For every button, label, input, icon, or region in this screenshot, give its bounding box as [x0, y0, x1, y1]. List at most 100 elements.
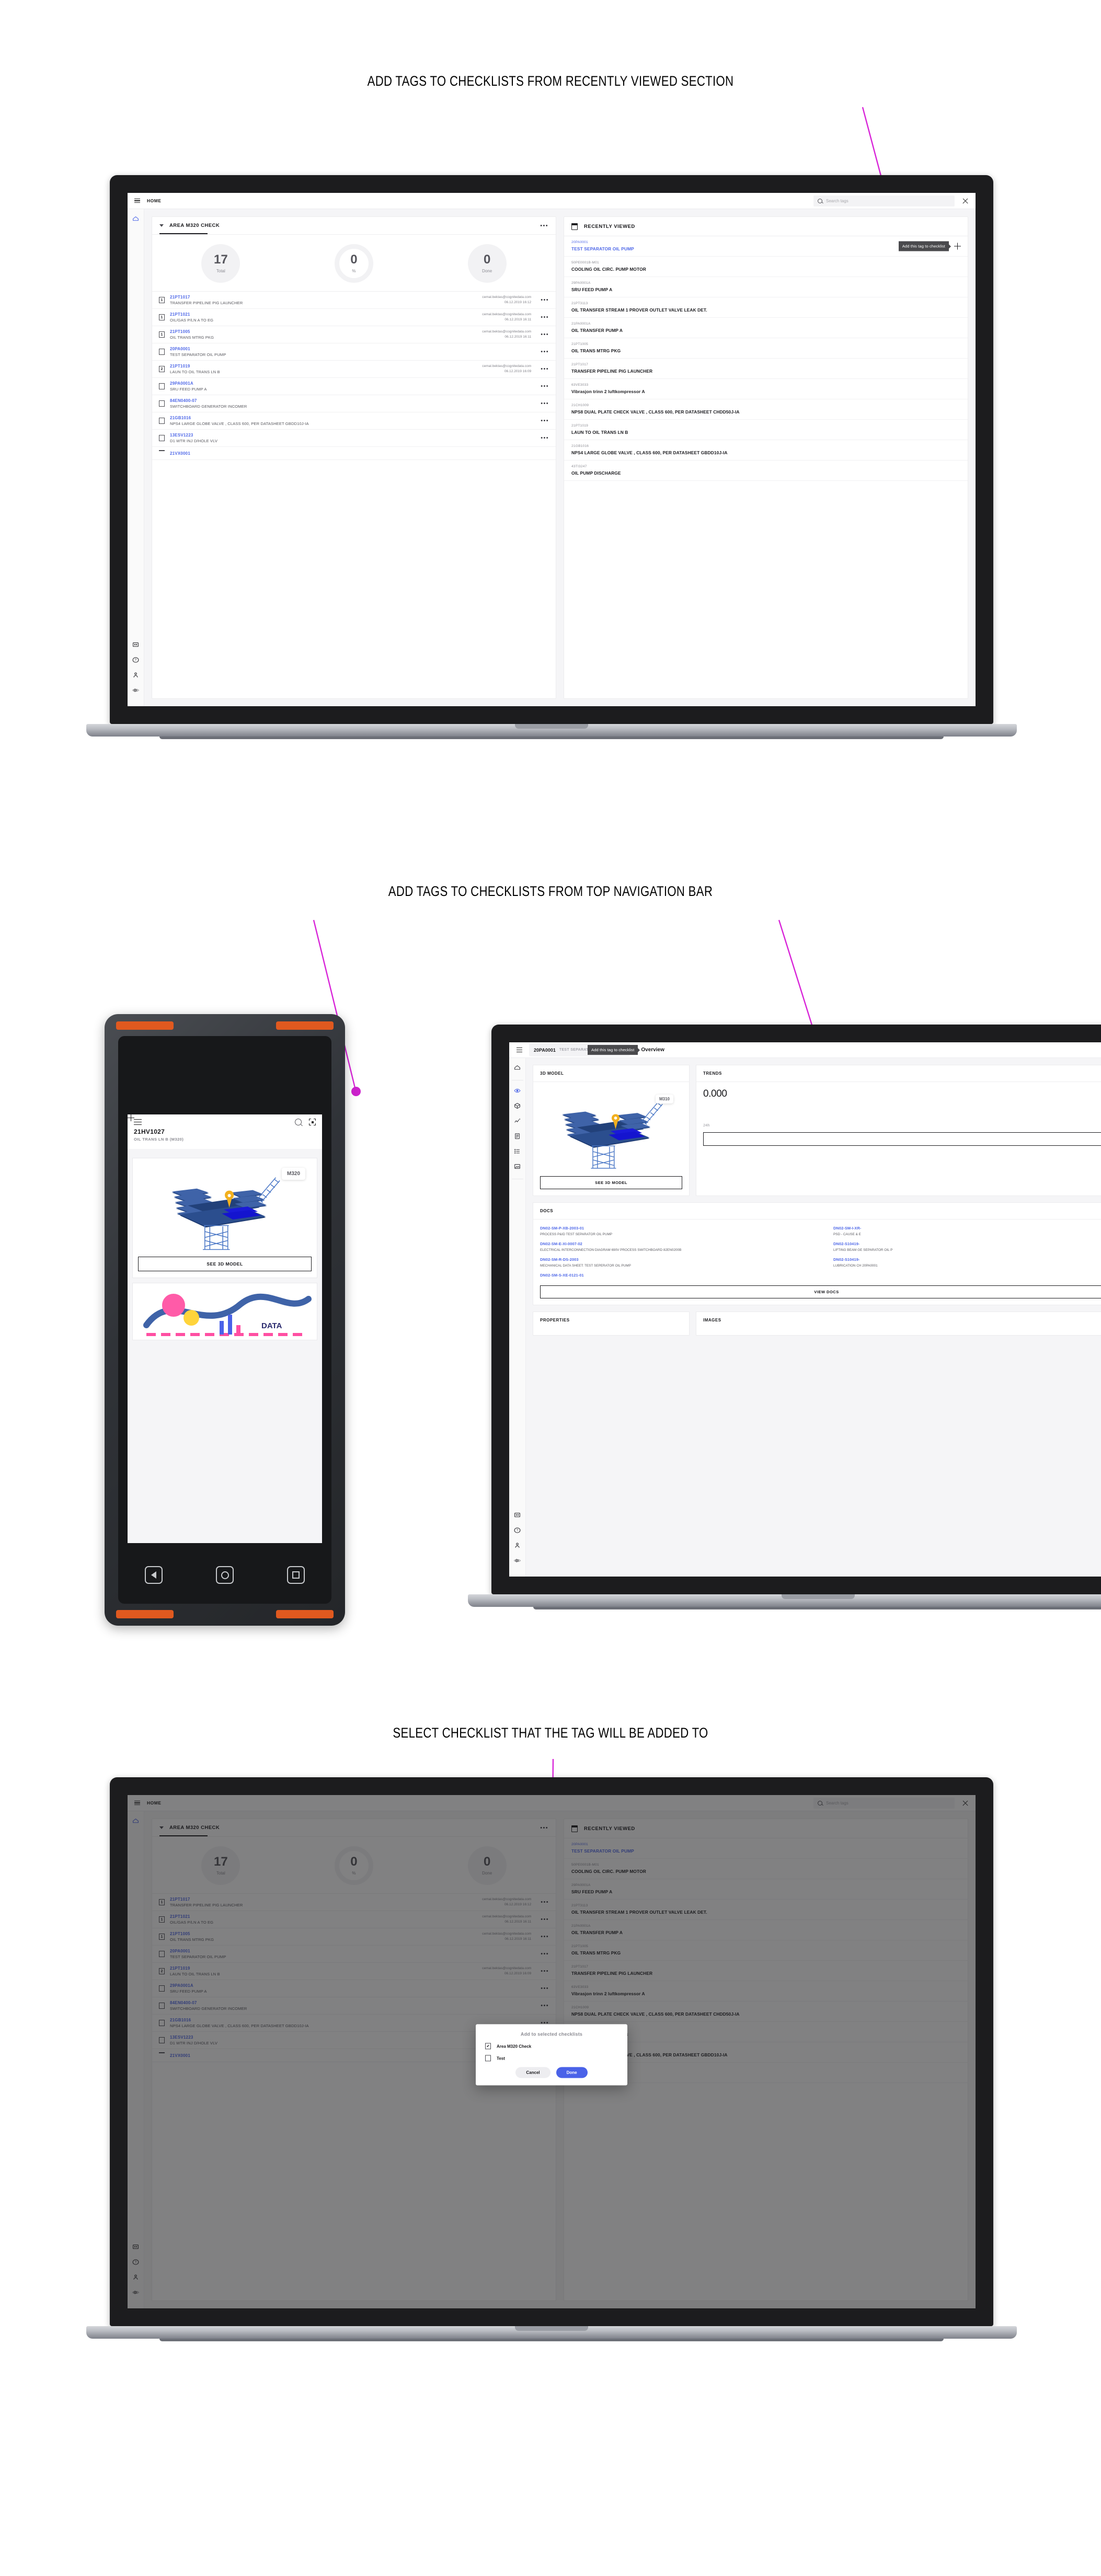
list-item[interactable]: 21PT3113 OIL TRANSFER STREAM 1 PROVER OUT…: [564, 297, 968, 318]
scan-icon[interactable]: [309, 1119, 316, 1125]
row-code[interactable]: 21GB1016: [170, 416, 526, 420]
checkbox[interactable]: 1: [159, 297, 165, 303]
doc-code[interactable]: DN02-SM-R-DS-2003: [540, 1257, 820, 1262]
chevron-down-icon[interactable]: [159, 224, 164, 227]
doc-code[interactable]: DN02-SM-E-XI-0007-02: [540, 1241, 820, 1246]
doc-code[interactable]: DN02-S10419-: [833, 1257, 1101, 1262]
row-code[interactable]: 21PT1017: [170, 295, 477, 300]
row-code[interactable]: 21PT1019: [170, 364, 477, 369]
list-item[interactable]: 21PA0001A OIL TRANSFER PUMP A: [564, 318, 968, 338]
row-more-button[interactable]: •••: [541, 349, 549, 355]
help-icon[interactable]: ?: [513, 1526, 521, 1534]
breadcrumb[interactable]: 20PA0001 TEST SEPARATOR OIL PUMP Add thi…: [529, 1043, 638, 1056]
table-row[interactable]: 29PA0001ASRU FEED PUMP A •••: [152, 378, 556, 395]
row-more-button[interactable]: •••: [541, 297, 549, 303]
back-triangle-icon[interactable]: [145, 1566, 163, 1584]
search-icon[interactable]: [295, 1119, 302, 1125]
doc-code[interactable]: DN02-SM-P-XB-2003-01: [540, 1226, 820, 1230]
table-row[interactable]: 21GB1016NPS4 LARGE GLOBE VALVE , CLASS 6…: [152, 412, 556, 430]
doc-item[interactable]: DN02-SM-I-XR- PSD - CAUSE & E: [833, 1226, 1101, 1237]
list-item[interactable]: 21CH1009 NPS8 DUAL PLATE CHECK VALVE , CL…: [564, 399, 968, 420]
checklist-option-1[interactable]: Test: [485, 2055, 618, 2062]
doc-item[interactable]: DN02-SM-R-DS-2003 MECHANICAL DATA SHEET: …: [540, 1257, 820, 1268]
search-input[interactable]: Search tags: [813, 195, 955, 206]
row-code[interactable]: 21PT1005: [170, 329, 477, 334]
table-row[interactable]: 84EN0400-07SWITCHBOARD GENERATOR INCOMER…: [152, 395, 556, 412]
row-code[interactable]: 29PA0001A: [170, 381, 526, 386]
eye-icon[interactable]: [513, 1087, 521, 1095]
list-item[interactable]: 21PT1005 OIL TRANS MTRG PKG: [564, 338, 968, 359]
list-item[interactable]: 21PT1019 LAUN TO OIL TRANS LN B: [564, 420, 968, 440]
user-icon[interactable]: [132, 671, 140, 679]
checkbox[interactable]: [159, 418, 165, 424]
doc-item[interactable]: DN02-SM-E-XI-0007-02 ELECTRICAL INTERCONN…: [540, 1241, 820, 1252]
close-icon[interactable]: [962, 198, 969, 204]
comment-icon[interactable]: [513, 1511, 521, 1519]
list-item[interactable]: 63VE3033 Vibrasjon trinn 2 luftkompressor…: [564, 379, 968, 399]
hamburger-icon[interactable]: [134, 1119, 142, 1125]
table-row[interactable]: 13ESV1223D1 WTR INJ D/HOLE VLV •••: [152, 430, 556, 447]
checkbox-unchecked[interactable]: [485, 2055, 491, 2062]
image-icon[interactable]: [513, 1163, 521, 1170]
list-item[interactable]: 21GB1016 NPS4 LARGE GLOBE VALVE , CLASS 6…: [564, 440, 968, 461]
help-icon[interactable]: ?: [132, 656, 140, 664]
row-more-button[interactable]: •••: [541, 366, 549, 372]
done-button[interactable]: Done: [556, 2067, 588, 2078]
plus-icon[interactable]: [954, 243, 961, 250]
table-row[interactable]: 20PA0001TEST SEPARATOR OIL PUMP •••: [152, 343, 556, 361]
doc-item[interactable]: DN02-S10419- LIFTING BEAM GE SEPARATOR OI…: [833, 1241, 1101, 1252]
checkbox[interactable]: [159, 400, 165, 407]
list-item[interactable]: 29PA0001A SRU FEED PUMP A: [564, 277, 968, 297]
row-more-button[interactable]: •••: [541, 418, 549, 424]
row-more-button[interactable]: •••: [541, 401, 549, 407]
doc-code[interactable]: DN02-SM-S-XE-0121-01: [540, 1273, 820, 1278]
checkbox[interactable]: [159, 435, 165, 441]
checklist-option-0[interactable]: ✔ Area M320 Check: [485, 2043, 618, 2050]
row-code[interactable]: 20PA0001: [170, 347, 526, 351]
doc-code[interactable]: DN02-SM-I-XR-: [833, 1226, 1101, 1230]
checklist-more-button[interactable]: •••: [540, 223, 548, 228]
cube-icon[interactable]: [513, 1102, 521, 1110]
user-icon[interactable]: [513, 1542, 521, 1549]
checkbox[interactable]: [159, 349, 165, 355]
checkbox[interactable]: 1: [159, 331, 165, 338]
home-icon[interactable]: [132, 215, 140, 223]
row-code[interactable]: 21VX0001: [170, 451, 544, 456]
row-more-button[interactable]: •••: [541, 332, 549, 338]
chart-icon[interactable]: [513, 1117, 521, 1125]
list-icon[interactable]: [513, 1147, 521, 1155]
home-icon[interactable]: [513, 1064, 521, 1072]
table-row[interactable]: 1 21PT1017TRANSFER PIPELINE PIG LAUNCHER c…: [152, 292, 556, 309]
doc-item[interactable]: DN02-S10419- LUBRICATION CH 20PA0001: [833, 1257, 1101, 1268]
list-item[interactable]: 43TI3247 OIL PUMP DISCHARGE: [564, 461, 968, 481]
row-code[interactable]: 13ESV1223: [170, 433, 526, 438]
checkbox[interactable]: 2: [159, 366, 165, 372]
home-circle-icon[interactable]: [216, 1566, 234, 1584]
doc-item[interactable]: DN02-SM-S-XE-0121-01: [540, 1273, 820, 1278]
hamburger-icon[interactable]: [134, 198, 140, 203]
list-item[interactable]: 21PT1017 TRANSFER PIPELINE PIG LAUNCHER: [564, 359, 968, 379]
plus-icon[interactable]: [309, 1131, 316, 1137]
checkbox[interactable]: [159, 383, 165, 389]
table-row[interactable]: 1 21PT1005OIL TRANS MTRG PKG cemal.bektas@…: [152, 326, 556, 343]
document-icon[interactable]: [513, 1132, 521, 1140]
row-more-button[interactable]: •••: [541, 435, 549, 441]
recents-square-icon[interactable]: [287, 1566, 305, 1584]
see-3d-model-button[interactable]: SEE 3D MODEL: [540, 1176, 682, 1189]
doc-code[interactable]: DN02-S10419-: [833, 1241, 1101, 1246]
table-row[interactable]: 2 21PT1019LAUN TO OIL TRANS LN B cemal.bek…: [152, 361, 556, 378]
trends-button[interactable]: [703, 1132, 1101, 1146]
list-item[interactable]: 20PA0001 TEST SEPARATOR OIL PUMP Add this …: [564, 236, 968, 257]
doc-item[interactable]: DN02-SM-P-XB-2003-01 PROCESS P&ID TEST SE…: [540, 1226, 820, 1237]
view-docs-button[interactable]: VIEW DOCS: [540, 1285, 1101, 1299]
hamburger-icon[interactable]: [517, 1048, 522, 1052]
row-code[interactable]: 21PT1021: [170, 312, 477, 317]
row-more-button[interactable]: •••: [541, 384, 549, 389]
table-row[interactable]: 1 21PT1021OIL/GAS P/LN A TO EG cemal.bekta…: [152, 309, 556, 326]
table-row[interactable]: 21VX0001: [152, 447, 556, 460]
checkbox[interactable]: 1: [159, 314, 165, 320]
row-more-button[interactable]: •••: [541, 315, 549, 320]
checkbox-checked[interactable]: ✔: [485, 2043, 491, 2050]
see-3d-model-button[interactable]: SEE 3D MODEL: [138, 1257, 312, 1271]
cancel-button[interactable]: Cancel: [515, 2067, 550, 2078]
